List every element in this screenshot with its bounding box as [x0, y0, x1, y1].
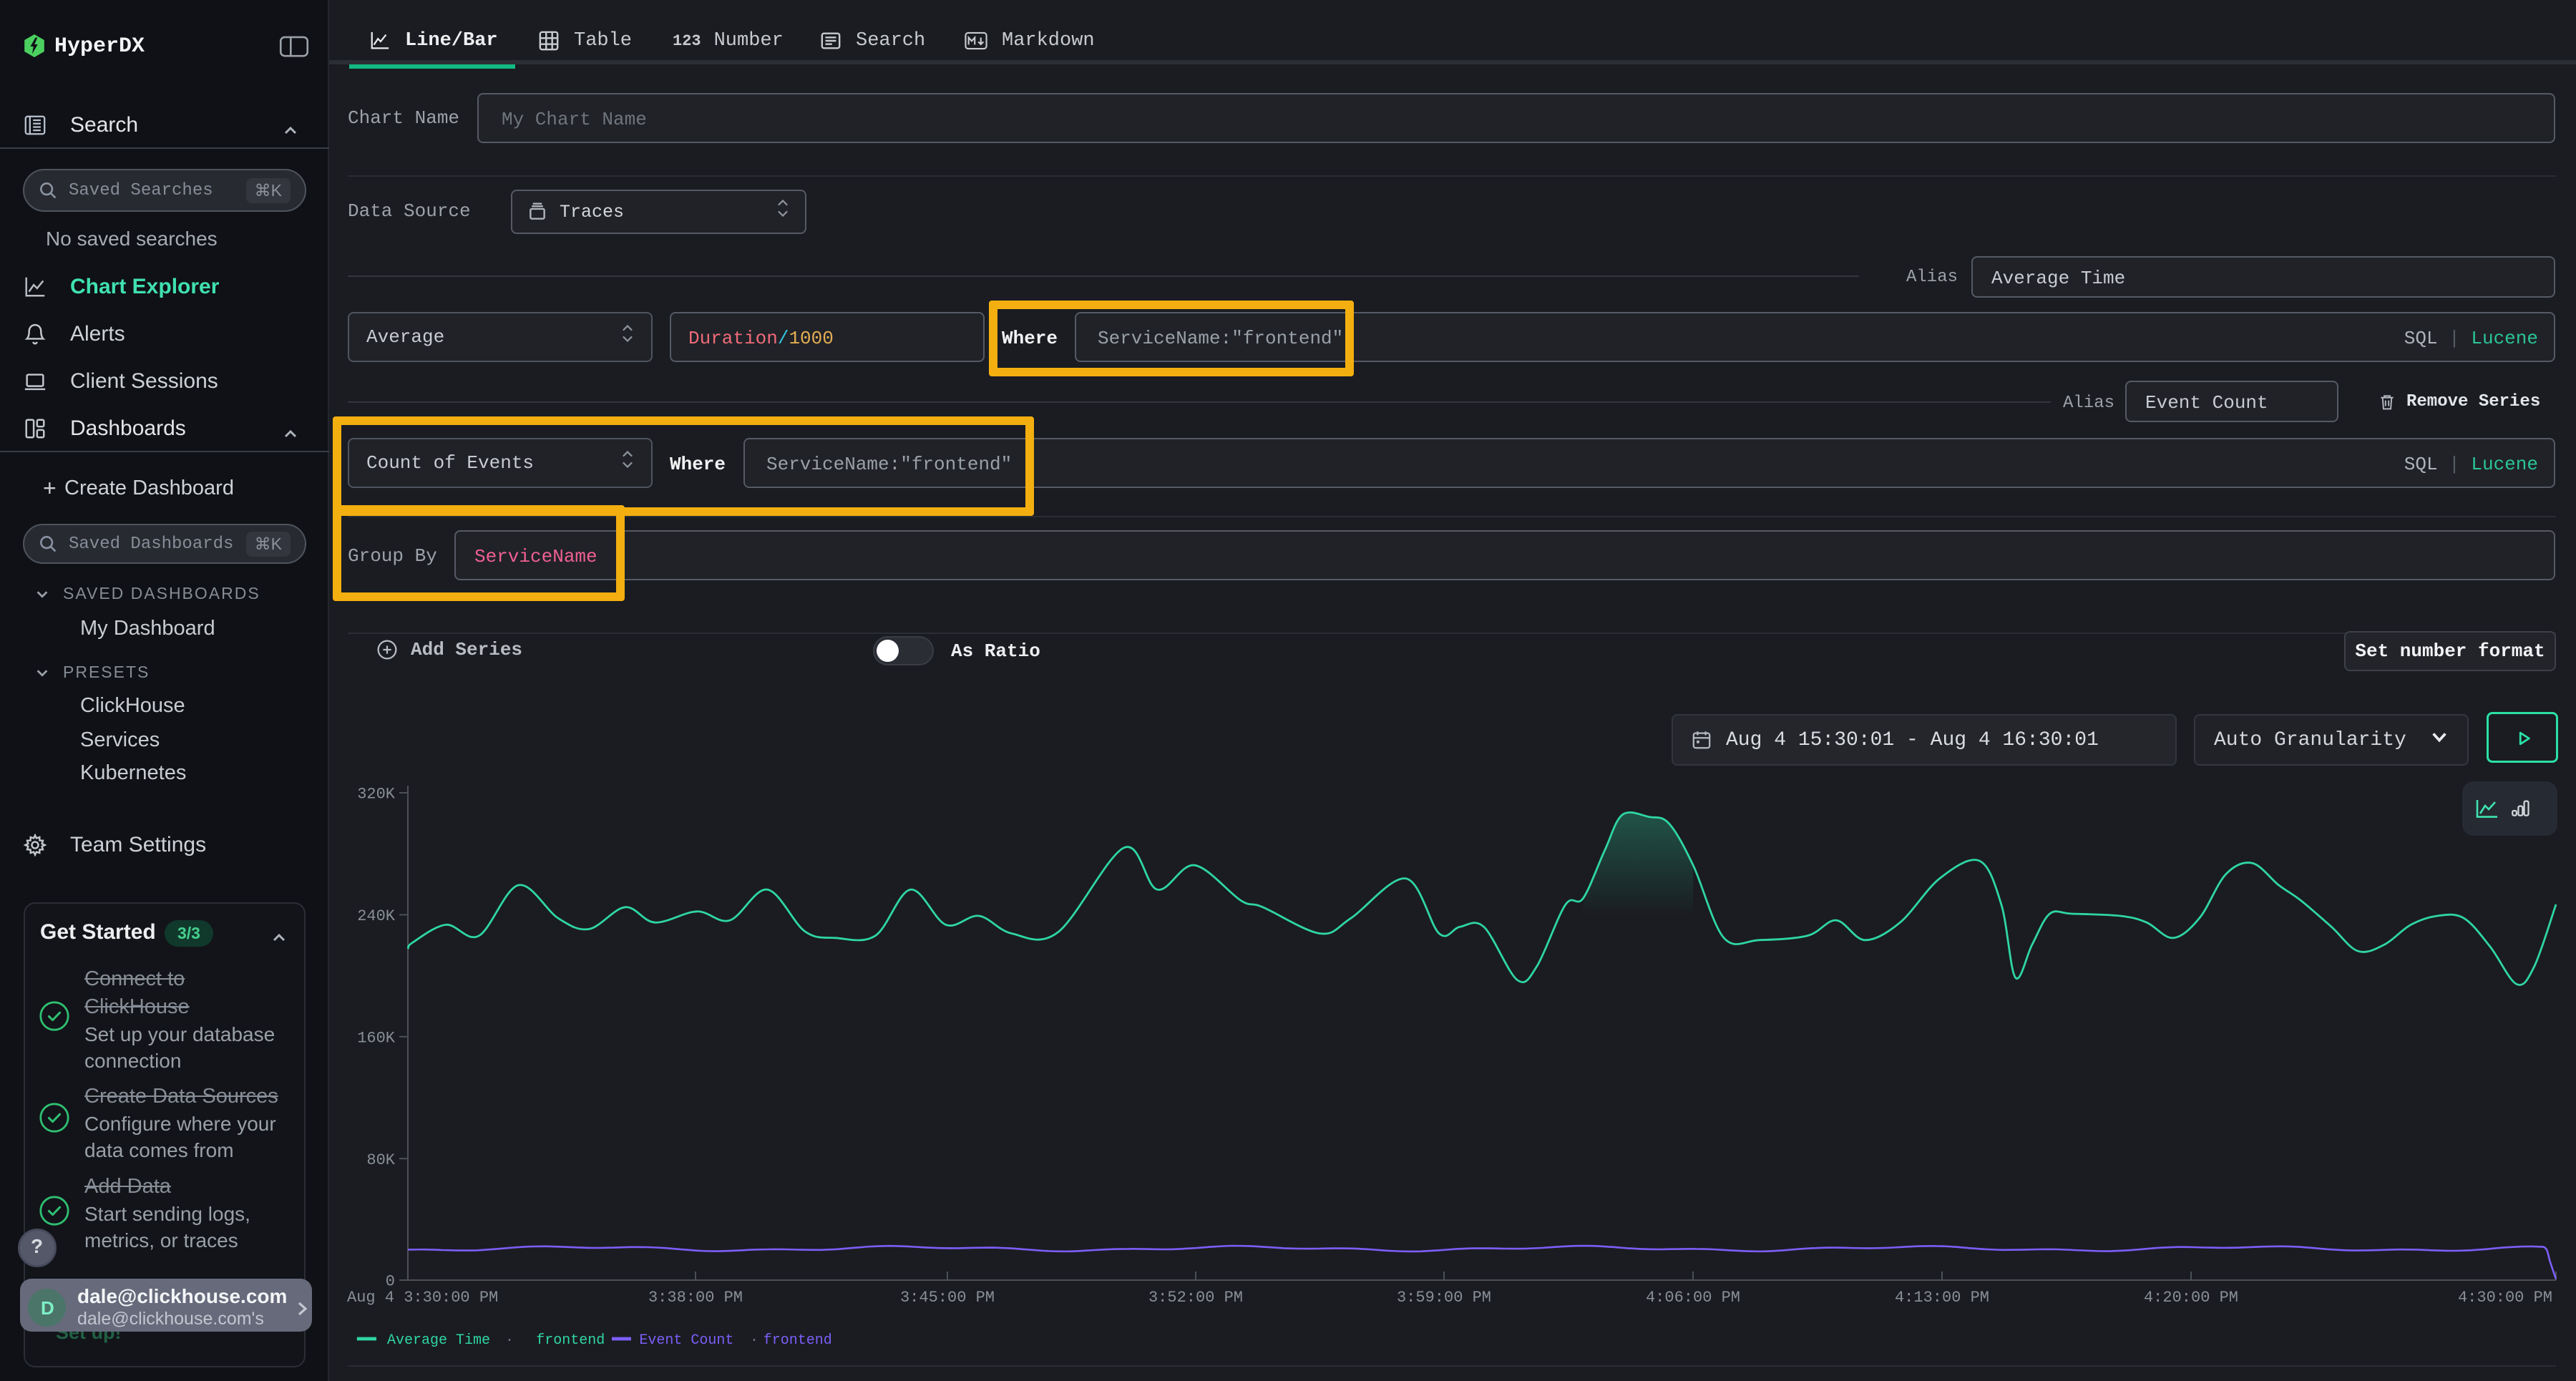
svg-text:4:30:00 PM: 4:30:00 PM [2458, 1289, 2552, 1307]
svg-text:3:52:00 PM: 3:52:00 PM [1148, 1289, 1243, 1307]
svg-text:3:45:00 PM: 3:45:00 PM [900, 1289, 995, 1307]
svg-text:4:20:00 PM: 4:20:00 PM [2144, 1289, 2238, 1307]
svg-text:320K: 320K [357, 786, 396, 804]
svg-text:·: · [750, 1332, 758, 1349]
svg-text:240K: 240K [357, 907, 396, 925]
svg-text:3:38:00 PM: 3:38:00 PM [648, 1289, 743, 1307]
svg-text:Event Count: Event Count [639, 1332, 733, 1349]
svg-text:frontend: frontend [536, 1332, 605, 1349]
svg-text:Average Time: Average Time [387, 1332, 490, 1349]
svg-text:160K: 160K [357, 1029, 396, 1047]
svg-text:·: · [505, 1332, 514, 1349]
svg-text:4:13:00 PM: 4:13:00 PM [1895, 1289, 1989, 1307]
svg-text:frontend: frontend [763, 1332, 832, 1349]
svg-text:0: 0 [386, 1273, 395, 1291]
svg-text:80K: 80K [366, 1151, 395, 1169]
svg-text:4:06:00 PM: 4:06:00 PM [1646, 1289, 1740, 1307]
svg-text:3:59:00 PM: 3:59:00 PM [1397, 1289, 1491, 1307]
svg-text:Aug 4 3:30:00 PM: Aug 4 3:30:00 PM [347, 1289, 498, 1307]
